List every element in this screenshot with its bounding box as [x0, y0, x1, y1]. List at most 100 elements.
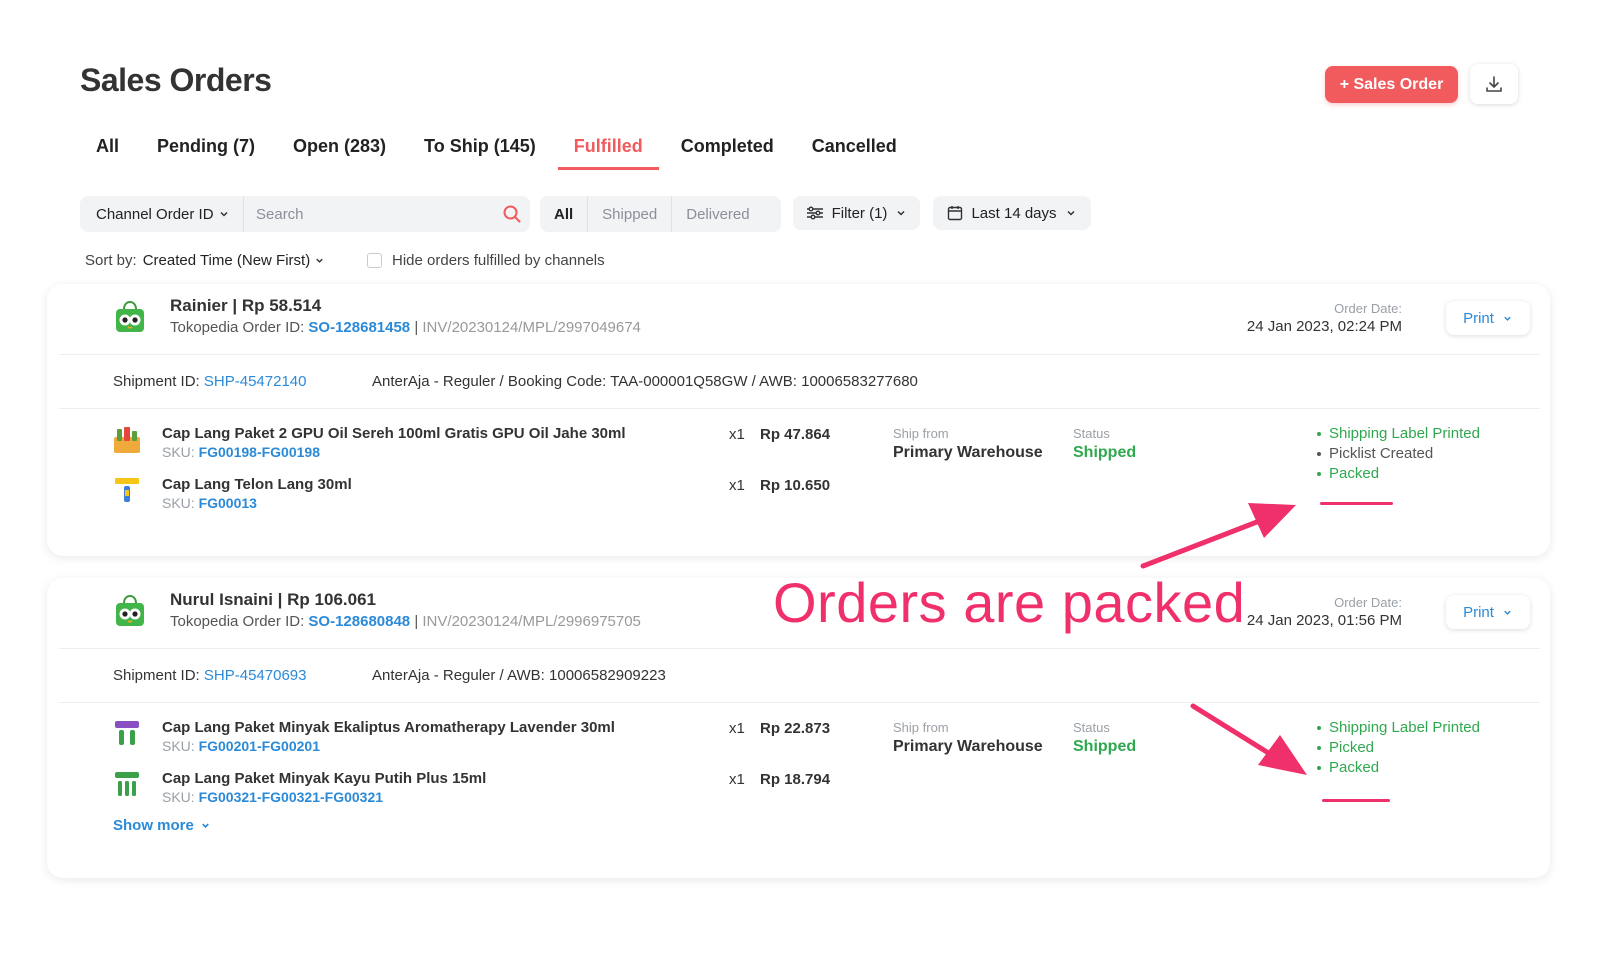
shipment-id-row: Shipment ID: SHP-45472140 [113, 373, 306, 390]
fulfillment-segment: All Shipped Delivered [540, 196, 781, 232]
sort-value: Created Time (New First) [142, 252, 311, 269]
date-range-button[interactable]: Last 14 days [933, 196, 1091, 230]
invoice-number: INV/20230124/MPL/2997049674 [422, 319, 641, 336]
status-label: Status [1073, 720, 1110, 735]
segment-delivered[interactable]: Delivered [672, 196, 763, 232]
item-quantity: x1 [729, 477, 745, 494]
order-id-link[interactable]: SO-128680848 [308, 613, 410, 630]
status-tabs: All Pending (7) Open (283) To Ship (145)… [80, 128, 919, 170]
filter-label: Filter (1) [831, 204, 888, 222]
print-button[interactable]: Print [1446, 301, 1530, 335]
sliders-icon [806, 206, 823, 220]
ship-from-label: Ship from [893, 426, 949, 441]
tokopedia-logo-icon [116, 300, 144, 332]
shipment-id-link[interactable]: SHP-45470693 [204, 667, 307, 684]
segment-all[interactable]: All [540, 196, 589, 232]
show-more-label: Show more [113, 817, 194, 834]
step-item: Packed [1317, 464, 1480, 484]
divider [59, 408, 1540, 409]
customer-name-total: Nurul Isnaini | Rp 106.061 [170, 590, 376, 609]
packed-underline-mark [1320, 502, 1393, 505]
courier-info: AnterAja - Reguler / Booking Code: TAA-0… [372, 373, 918, 390]
search-input[interactable] [244, 196, 494, 232]
add-sales-order-button[interactable]: + Sales Order [1325, 66, 1458, 103]
divider [59, 702, 1540, 703]
tab-pending[interactable]: Pending (7) [141, 128, 271, 170]
divider [59, 648, 1540, 649]
ship-from-value: Primary Warehouse [893, 738, 1043, 755]
tab-fulfilled[interactable]: Fulfilled [557, 128, 659, 170]
step-label: Picked [1329, 739, 1375, 756]
chevron-down-icon [220, 211, 228, 217]
search-field-select-label: Channel Order ID [96, 205, 214, 223]
sku-link[interactable]: FG00013 [199, 495, 257, 511]
order-date: 24 Jan 2023, 01:56 PM [1246, 612, 1402, 629]
status-value: Shipped [1073, 738, 1137, 755]
fulfillment-steps: Shipping Label Printed Picked Packed [1317, 718, 1480, 778]
product-name: Cap Lang Paket 2 GPU Oil Sereh 100ml Gra… [162, 425, 626, 442]
product-thumbnail [115, 478, 139, 502]
order-id-link[interactable]: SO-128681458 [308, 319, 410, 336]
status-value: Shipped [1073, 444, 1137, 461]
download-icon [1486, 76, 1502, 92]
customer-name-total: Rainier | Rp 58.514 [170, 296, 322, 315]
sort-row: Sort by: Created Time (New First) [85, 252, 325, 269]
print-label: Print [1463, 309, 1494, 327]
packed-underline-mark [1322, 799, 1390, 802]
sort-select[interactable]: Created Time (New First) [143, 252, 326, 269]
search-button[interactable] [494, 196, 530, 232]
segment-shipped[interactable]: Shipped [588, 196, 673, 232]
print-label: Print [1463, 603, 1494, 621]
product-name: Cap Lang Paket Minyak Kayu Putih Plus 15… [162, 770, 487, 787]
item-quantity: x1 [729, 720, 745, 737]
product-sku: SKU: FG00201-FG00201 [162, 738, 320, 754]
step-item: Shipping Label Printed [1317, 424, 1480, 444]
ship-from-value: Primary Warehouse [893, 444, 1043, 461]
item-price: Rp 22.873 [760, 720, 831, 737]
invoice-number: INV/20230124/MPL/2996975705 [422, 613, 641, 630]
print-button[interactable]: Print [1446, 595, 1530, 629]
search-field-select[interactable]: Channel Order ID [80, 196, 244, 232]
hide-channel-orders-label: Hide orders fulfilled by channels [392, 252, 605, 269]
sku-label: SKU: [162, 444, 195, 460]
chevron-down-icon [897, 210, 905, 216]
tab-open[interactable]: Open (283) [277, 128, 402, 170]
order-id-label: Tokopedia Order ID: [170, 613, 305, 630]
item-price: Rp 18.794 [760, 771, 831, 788]
tab-to-ship[interactable]: To Ship (145) [408, 128, 552, 170]
order-id-line: Tokopedia Order ID: SO-128680848 | INV/2… [170, 613, 641, 630]
chevron-down-icon [202, 823, 209, 829]
sku-label: SKU: [162, 738, 195, 754]
download-button[interactable] [1470, 64, 1518, 104]
step-label: Packed [1329, 465, 1380, 482]
sku-link[interactable]: FG00321-FG00321-FG00321 [199, 789, 383, 805]
step-item: Picked [1317, 738, 1480, 758]
item-quantity: x1 [729, 426, 745, 443]
sku-label: SKU: [162, 789, 195, 805]
step-label: Shipping Label Printed [1329, 719, 1480, 736]
show-more-link[interactable]: Show more [113, 817, 211, 834]
product-sku: SKU: FG00013 [162, 495, 257, 511]
order-date-label: Order Date: [1334, 301, 1402, 316]
product-thumbnail [115, 721, 139, 745]
sku-link[interactable]: FG00201-FG00201 [199, 738, 320, 754]
filter-button[interactable]: Filter (1) [793, 196, 920, 230]
chevron-down-icon [1067, 210, 1075, 216]
shipment-id-label: Shipment ID: [113, 667, 200, 684]
sort-label: Sort by: [85, 252, 137, 269]
product-thumbnail [115, 772, 139, 796]
tab-completed[interactable]: Completed [665, 128, 790, 170]
shipment-id-row: Shipment ID: SHP-45470693 [113, 667, 306, 684]
step-item: Shipping Label Printed [1317, 718, 1480, 738]
annotation-text: Orders are packed [773, 571, 1246, 634]
product-sku: SKU: FG00198-FG00198 [162, 444, 320, 460]
chevron-down-icon [1504, 316, 1511, 321]
shipment-id-link[interactable]: SHP-45472140 [204, 373, 307, 390]
sku-link[interactable]: FG00198-FG00198 [199, 444, 320, 460]
tokopedia-logo-icon [116, 594, 144, 626]
tab-all[interactable]: All [80, 128, 135, 170]
chevron-down-icon [316, 258, 323, 263]
hide-channel-orders-checkbox[interactable] [367, 253, 382, 268]
tab-cancelled[interactable]: Cancelled [796, 128, 913, 170]
step-item: Packed [1317, 758, 1480, 778]
